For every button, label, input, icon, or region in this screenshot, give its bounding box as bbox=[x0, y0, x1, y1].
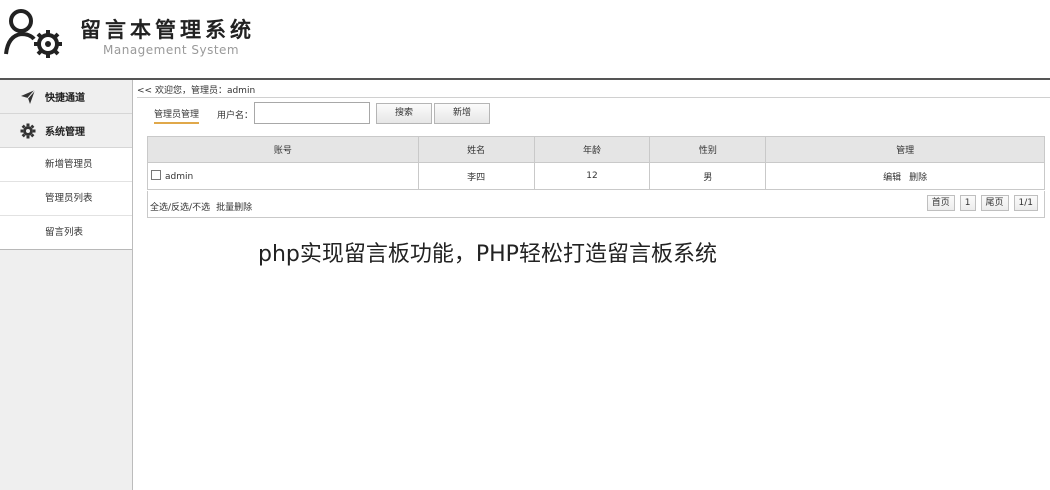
table-row: admin 李四 12 男 编辑 删除 bbox=[147, 162, 1045, 190]
toolbar: 管理员管理 用户名： 搜索 新增 bbox=[137, 102, 1050, 126]
sidebar-item-message-list[interactable]: 留言列表 bbox=[0, 216, 132, 250]
breadcrumb-divider bbox=[137, 97, 1050, 98]
cell-gender: 男 bbox=[649, 162, 767, 190]
table-header-row: 账号 姓名 年龄 性别 管理 bbox=[147, 136, 1045, 163]
page-summary: 1/1 bbox=[1013, 195, 1038, 211]
edit-link[interactable]: 编辑 bbox=[883, 173, 901, 183]
account-value: admin bbox=[165, 172, 194, 182]
caption-text: php实现留言板功能，PHP轻松打造留言板系统 bbox=[258, 242, 717, 267]
sidebar-item-add-admin[interactable]: 新增管理员 bbox=[0, 148, 132, 182]
sidebar-section-label: 快捷通道 bbox=[45, 93, 85, 104]
header-divider bbox=[0, 78, 1050, 80]
select-toggle-link[interactable]: 全选/反选/不选 bbox=[150, 203, 210, 213]
user-gear-icon bbox=[4, 9, 62, 58]
tab-admin-management[interactable]: 管理员管理 bbox=[154, 107, 200, 124]
cell-age: 12 bbox=[533, 162, 651, 190]
bulk-actions: 全选/反选/不选 批量删除 bbox=[150, 200, 258, 213]
cell-manage: 编辑 删除 bbox=[765, 162, 1045, 190]
first-page-button[interactable]: 首页 bbox=[926, 195, 955, 211]
column-header-gender: 性别 bbox=[649, 136, 767, 163]
username-label: 用户名： bbox=[217, 111, 254, 121]
app-subtitle: Management System bbox=[103, 43, 240, 57]
sidebar-submenu: 新增管理员 管理员列表 留言列表 bbox=[0, 148, 132, 250]
delete-link[interactable]: 删除 bbox=[909, 173, 927, 183]
column-header-manage: 管理 bbox=[765, 136, 1045, 163]
row-checkbox[interactable] bbox=[151, 170, 161, 180]
sidebar: 快捷通道 系统管理 新增管理员 管理员列表 留言列表 bbox=[0, 80, 133, 490]
app-title: 留言本管理系统 bbox=[80, 17, 255, 42]
column-header-account: 账号 bbox=[147, 136, 419, 163]
sidebar-section-label: 系统管理 bbox=[45, 127, 85, 138]
sidebar-section-system[interactable]: 系统管理 bbox=[0, 114, 132, 148]
column-header-name: 姓名 bbox=[417, 136, 535, 163]
search-button[interactable]: 搜索 bbox=[376, 103, 432, 124]
add-button[interactable]: 新增 bbox=[434, 103, 490, 124]
table-footer: 全选/反选/不选 批量删除 首页 1 尾页 1/1 bbox=[147, 191, 1045, 218]
app-header: 留言本管理系统 Management System bbox=[0, 0, 1050, 78]
batch-delete-link[interactable]: 批量删除 bbox=[216, 203, 252, 213]
cell-name: 李四 bbox=[417, 162, 535, 190]
admin-table: 账号 姓名 年龄 性别 管理 admin 李四 12 男 编辑 删除 bbox=[147, 136, 1045, 190]
gear-icon bbox=[20, 123, 36, 138]
username-input[interactable] bbox=[254, 102, 370, 124]
last-page-button[interactable]: 尾页 bbox=[980, 195, 1009, 211]
sidebar-section-shortcuts[interactable]: 快捷通道 bbox=[0, 80, 132, 114]
sidebar-item-admin-list[interactable]: 管理员列表 bbox=[0, 182, 132, 216]
cell-account: admin bbox=[147, 162, 419, 190]
breadcrumb: << 欢迎您，管理员：admin bbox=[137, 86, 256, 96]
pagination: 首页 1 尾页 1/1 bbox=[926, 195, 1038, 211]
paper-plane-icon bbox=[21, 89, 36, 104]
column-header-age: 年龄 bbox=[533, 136, 651, 163]
page-number-button[interactable]: 1 bbox=[959, 195, 976, 211]
